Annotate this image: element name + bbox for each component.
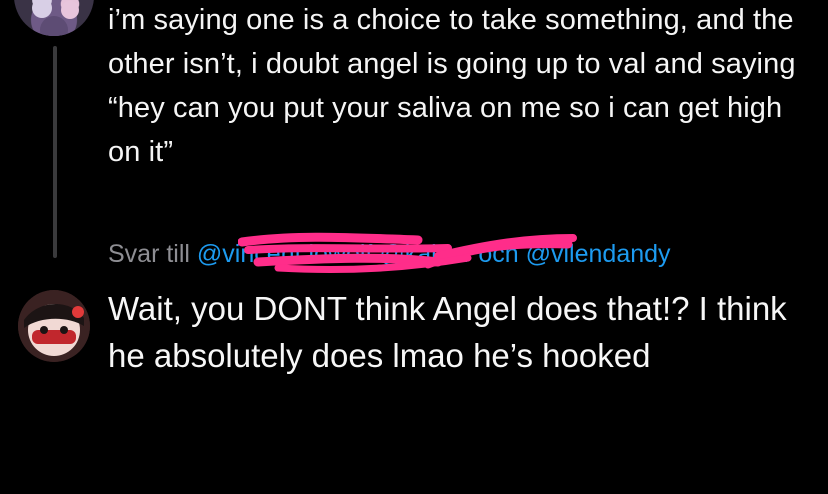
reply-post-avatar[interactable]: [18, 290, 90, 362]
mention-link-2[interactable]: @kaiser: [379, 240, 471, 268]
thread-connector-line: [53, 46, 57, 258]
mention-link-1[interactable]: @vincent lowolf: [197, 240, 372, 268]
reply-post-text: Wait, you DONT think Angel does that!? I…: [108, 290, 787, 374]
avatar-image-icon: [32, 0, 79, 36]
reply-prefix: Svar till: [108, 240, 190, 268]
avatar-image-icon: [18, 290, 90, 362]
parent-post-avatar[interactable]: [14, 0, 94, 36]
reply-context: Svar till @vincent lowolf @kaiser och @v…: [108, 237, 671, 271]
parent-post-text: i’m saying one is a choice to take somet…: [108, 4, 796, 168]
reply-conjunction: och: [478, 240, 519, 268]
mention-link-3[interactable]: @vilendandy: [526, 240, 671, 268]
